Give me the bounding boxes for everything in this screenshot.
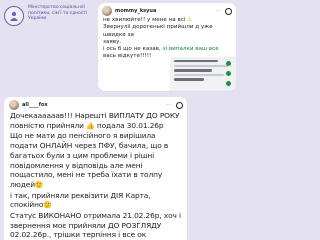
post-text: Дочекаааааав!!! Нарешті ВИПЛАТУ ДО РОКУ … — [4, 110, 187, 240]
more-options-icon[interactable]: ··· — [166, 102, 172, 108]
status-dot-icon — [226, 81, 231, 86]
attachment-line — [174, 69, 212, 72]
warning-icon: ⚠ — [187, 17, 193, 23]
post-text-part: Статус ВИКОНАНО отримала 21.02.26р, хоч … — [10, 211, 181, 240]
threads-icon — [225, 7, 232, 15]
attachment-line — [174, 78, 204, 81]
username[interactable]: mommy_ksyua — [115, 8, 156, 14]
post-text-part: вась відкуте!!!!! — [103, 53, 152, 60]
status-dot-icon — [226, 61, 231, 66]
ministry-title: Міністерство соціальної політики, сім'ї … — [28, 5, 88, 22]
attachment-line — [174, 73, 224, 77]
post-header: mommy_ksyua ··· — [98, 3, 236, 16]
more-options-icon[interactable]: ··· — [215, 8, 221, 14]
ministry-banner: Міністерство соціальної політики, сім'ї … — [4, 5, 96, 37]
post-text: не хвилюйте!! у мене на всі ⚠ Звернуліі … — [98, 16, 236, 61]
threads-icon — [176, 101, 183, 109]
avatar[interactable] — [9, 100, 19, 110]
attachment-line — [174, 64, 228, 67]
username[interactable]: all____fox — [22, 102, 48, 108]
avatar[interactable] — [102, 6, 112, 16]
threads-post-card-2: all____fox ··· Дочекаааааав!!! Нарешті В… — [4, 97, 187, 240]
ministry-logo-icon — [4, 6, 24, 26]
post-header: all____fox ··· — [4, 97, 187, 110]
screenshot-attachment[interactable] — [170, 57, 236, 91]
thumbs-up-icon: 👍 — [86, 121, 95, 130]
attachment-line — [174, 60, 218, 63]
post-text-part: не хвилюйте!! у мене на всі — [103, 17, 188, 23]
post-text-part: і так, прийняли реквізити ДІЯ Карта, спо… — [10, 190, 151, 210]
threads-post-card-1: mommy_ksyua ··· не хвилюйте!! у мене на … — [98, 3, 236, 91]
smile-icon: 🙂 — [34, 180, 44, 189]
status-dot-icon — [226, 71, 231, 76]
smile-icon: 🙂 — [43, 201, 52, 210]
post-text-part: подала 30.01.26р Що не мати до пенсійног… — [10, 120, 169, 189]
post-text-highlight: зі випалки ваш все — [162, 46, 219, 53]
